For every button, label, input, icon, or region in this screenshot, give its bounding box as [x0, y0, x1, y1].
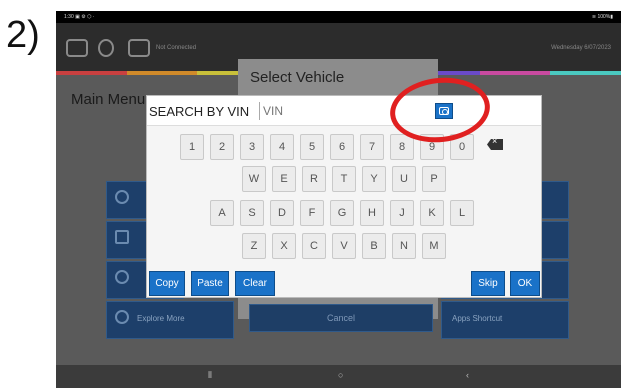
key-g[interactable]: G	[330, 200, 354, 226]
tile-label: Apps Shortcut	[452, 314, 503, 323]
dialog-title: Select Vehicle	[250, 69, 345, 86]
menu-icon[interactable]	[66, 39, 88, 57]
key-y[interactable]: Y	[362, 166, 386, 192]
key-x[interactable]: X	[272, 233, 296, 259]
key-7[interactable]: 7	[360, 134, 384, 160]
globe-icon	[115, 270, 129, 284]
page-title: Main Menu	[71, 91, 146, 108]
key-m[interactable]: M	[422, 233, 446, 259]
key-5[interactable]: 5	[300, 134, 324, 160]
date-label: Wednesday 6/07/2023	[551, 45, 611, 51]
key-a[interactable]: A	[210, 200, 234, 226]
vin-keyboard-panel: SEARCH BY VIN 1234567890WERTYUPASDFGHJKL…	[146, 95, 542, 298]
key-w[interactable]: W	[242, 166, 266, 192]
key-4[interactable]: 4	[270, 134, 294, 160]
key-h[interactable]: H	[360, 200, 384, 226]
key-n[interactable]: N	[392, 233, 416, 259]
screenshot-root: 2) 1:30 ▣ ⚙ ⬡ · ≋ 100%▮ Not Connected We…	[0, 0, 622, 390]
status-bar-left: 1:30 ▣ ⚙ ⬡ ·	[64, 14, 95, 20]
search-by-vin-label: SEARCH BY VIN	[149, 104, 250, 119]
key-r[interactable]: R	[302, 166, 326, 192]
backspace-key[interactable]: ×	[485, 136, 507, 152]
step-label: 2)	[6, 14, 40, 56]
key-e[interactable]: E	[272, 166, 296, 192]
copy-button[interactable]: Copy	[149, 271, 185, 296]
car-icon[interactable]	[128, 39, 150, 57]
key-z[interactable]: Z	[242, 233, 266, 259]
key-2[interactable]: 2	[210, 134, 234, 160]
skip-button[interactable]: Skip	[471, 271, 505, 296]
key-l[interactable]: L	[450, 200, 474, 226]
key-v[interactable]: V	[332, 233, 356, 259]
key-s[interactable]: S	[240, 200, 264, 226]
key-c[interactable]: C	[302, 233, 326, 259]
backspace-x: ×	[492, 136, 498, 146]
status-bar: 1:30 ▣ ⚙ ⬡ · ≋ 100%▮	[56, 11, 621, 23]
lightbulb-icon	[115, 310, 129, 324]
key-1[interactable]: 1	[180, 134, 204, 160]
key-k[interactable]: K	[420, 200, 444, 226]
key-d[interactable]: D	[270, 200, 294, 226]
recent-apps-button[interactable]: ⦀	[208, 370, 212, 381]
paste-button[interactable]: Paste	[191, 271, 229, 296]
vin-input[interactable]	[259, 102, 397, 120]
status-bar-right: ≋ 100%▮	[591, 14, 613, 20]
vci-icon[interactable]	[98, 39, 114, 57]
clear-button[interactable]: Clear	[235, 271, 275, 296]
home-button[interactable]: ○	[338, 370, 343, 380]
ok-button[interactable]: OK	[510, 271, 540, 296]
key-f[interactable]: F	[300, 200, 324, 226]
cancel-button[interactable]: Cancel	[249, 304, 433, 332]
key-j[interactable]: J	[390, 200, 414, 226]
key-t[interactable]: T	[332, 166, 356, 192]
menu-tile-apps[interactable]: Apps Shortcut	[441, 301, 569, 339]
key-b[interactable]: B	[362, 233, 386, 259]
connection-status: Not Connected	[156, 45, 197, 51]
clock-icon	[115, 190, 129, 204]
key-p[interactable]: P	[422, 166, 446, 192]
android-nav-bar: ⦀ ○ ‹	[56, 365, 621, 388]
key-3[interactable]: 3	[240, 134, 264, 160]
key-6[interactable]: 6	[330, 134, 354, 160]
back-button[interactable]: ‹	[466, 370, 469, 380]
menu-tile-explore[interactable]: Explore More	[106, 301, 234, 339]
book-icon	[115, 230, 129, 244]
tile-label: Explore More	[137, 314, 185, 323]
key-u[interactable]: U	[392, 166, 416, 192]
